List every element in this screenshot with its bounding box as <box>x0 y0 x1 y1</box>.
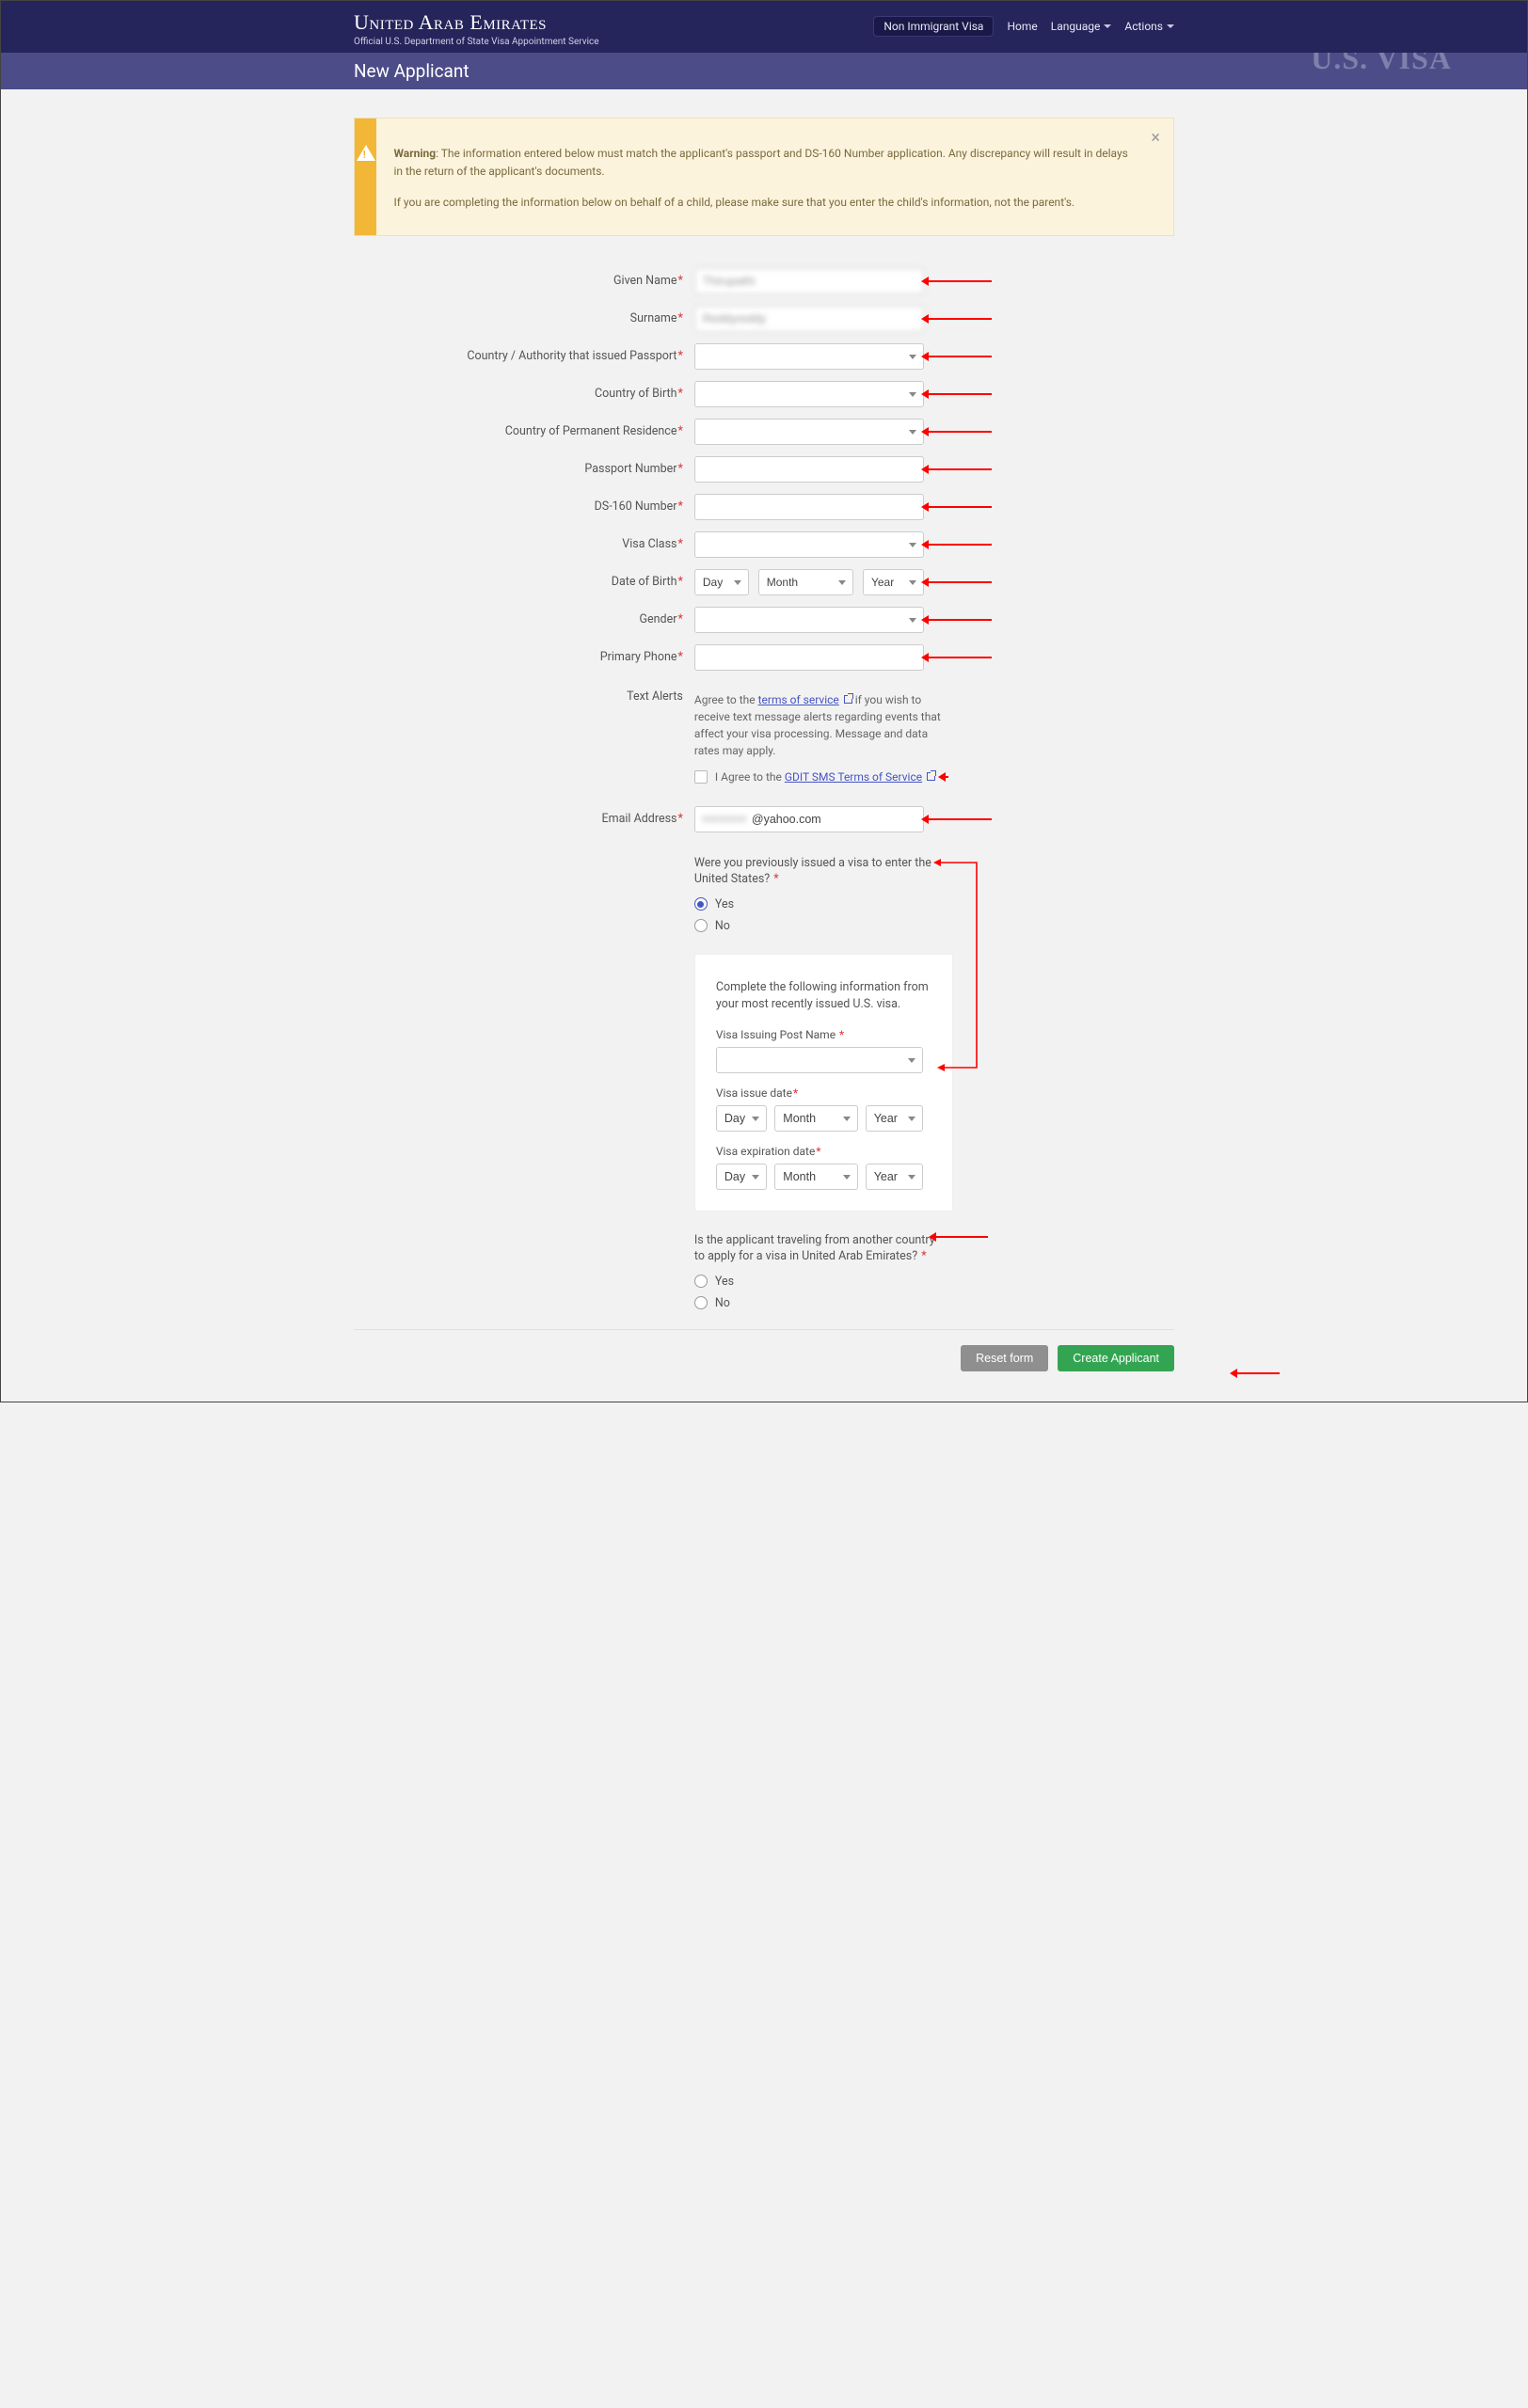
ds160-input[interactable] <box>694 494 924 520</box>
page-title: New Applicant <box>354 60 1174 82</box>
label-ds160: DS-160 Number <box>595 499 677 514</box>
arrow-icon <box>928 619 992 621</box>
country-birth-select[interactable] <box>694 381 924 407</box>
q2-text: Is the applicant traveling from another … <box>694 1233 935 1264</box>
passport-number-input[interactable] <box>694 456 924 483</box>
label-visa-class: Visa Class <box>622 537 676 551</box>
visa-watermark: U.S. VISA <box>1311 53 1452 76</box>
sms-agree-checkbox[interactable] <box>694 770 708 784</box>
arrow-icon <box>935 1236 988 1238</box>
q1-yes-radio[interactable]: Yes <box>694 897 1174 911</box>
exp-day-select[interactable]: Day <box>716 1164 767 1190</box>
external-link-icon <box>844 695 852 704</box>
tos-link[interactable]: terms of service <box>758 693 839 706</box>
label-text-alerts: Text Alerts <box>627 689 683 704</box>
create-applicant-button[interactable]: Create Applicant <box>1058 1345 1174 1371</box>
arrow-icon <box>928 657 992 658</box>
surname-input[interactable] <box>694 306 924 332</box>
inset-desc: Complete the following information from … <box>716 979 931 1013</box>
exp-month-select[interactable]: Month <box>774 1164 857 1190</box>
text-alerts-pre: Agree to the <box>694 693 758 706</box>
caret-icon <box>1167 24 1174 28</box>
arrow-icon <box>928 393 992 395</box>
brand-title: United Arab Emirates <box>354 10 599 35</box>
country-passport-select[interactable] <box>694 343 924 370</box>
q2-yes-radio[interactable]: Yes <box>694 1275 1174 1289</box>
arrow-icon <box>928 356 992 357</box>
nav-language[interactable]: Language <box>1051 20 1112 33</box>
exp-year-select[interactable]: Year <box>866 1164 923 1190</box>
nav-home[interactable]: Home <box>1007 20 1037 33</box>
given-name-input[interactable] <box>694 268 924 294</box>
label-country-residence: Country of Permanent Residence <box>505 424 677 438</box>
warning-lead: Warning <box>393 147 436 160</box>
nav-pill-nonimmigrant[interactable]: Non Immigrant Visa <box>873 16 994 37</box>
post-name-select[interactable] <box>716 1047 923 1073</box>
previous-visa-panel: Complete the following information from … <box>694 954 953 1212</box>
brand: United Arab Emirates Official U.S. Depar… <box>354 10 599 47</box>
q2-no-radio[interactable]: No <box>694 1296 1174 1310</box>
label-country-passport: Country / Authority that issued Passport <box>467 349 676 363</box>
warning-text-1: : The information entered below must mat… <box>393 147 1127 178</box>
arrow-icon <box>928 318 992 320</box>
navbar: United Arab Emirates Official U.S. Depar… <box>1 1 1527 53</box>
arrow-icon <box>928 431 992 433</box>
issue-date-label: Visa issue date <box>716 1086 792 1100</box>
caret-icon <box>1104 24 1111 28</box>
warning-text-2: If you are completing the information be… <box>393 194 1136 212</box>
label-email: Email Address <box>602 812 677 826</box>
reset-button[interactable]: Reset form <box>961 1345 1048 1371</box>
arrow-icon <box>928 280 992 282</box>
subheader: U.S. VISA New Applicant <box>1 53 1527 89</box>
arrow-icon <box>928 468 992 470</box>
label-primary-phone: Primary Phone <box>600 650 677 664</box>
gdit-sms-link[interactable]: GDIT SMS Terms of Service <box>785 770 922 784</box>
warning-alert: Warning: The information entered below m… <box>354 118 1174 236</box>
label-passport-number: Passport Number <box>584 462 676 476</box>
arrow-icon <box>928 506 992 508</box>
label-country-birth: Country of Birth <box>595 387 676 401</box>
close-icon[interactable]: × <box>1151 128 1160 148</box>
post-name-label: Visa Issuing Post Name <box>716 1028 838 1041</box>
label-dob: Date of Birth <box>612 575 677 589</box>
issue-day-select[interactable]: Day <box>716 1105 767 1132</box>
exp-date-label: Visa expiration date <box>716 1145 815 1158</box>
q1-text: Were you previously issued a visa to ent… <box>694 856 931 887</box>
visa-class-select[interactable] <box>694 531 924 558</box>
q1-no-radio[interactable]: No <box>694 919 1174 933</box>
primary-phone-input[interactable] <box>694 644 924 671</box>
dob-day-select[interactable]: Day <box>694 569 749 595</box>
label-surname: Surname <box>630 311 677 325</box>
dob-year-select[interactable]: Year <box>863 569 924 595</box>
arrow-icon <box>928 581 992 583</box>
warning-icon <box>357 145 375 161</box>
brand-subtitle: Official U.S. Department of State Visa A… <box>354 37 599 47</box>
issue-year-select[interactable]: Year <box>866 1105 923 1132</box>
nav-actions[interactable]: Actions <box>1124 20 1174 33</box>
agree-pre: I Agree to the <box>715 770 785 784</box>
label-gender: Gender <box>640 612 677 626</box>
arrow-icon <box>928 818 992 820</box>
issue-month-select[interactable]: Month <box>774 1105 857 1132</box>
arrow-icon <box>1236 1372 1280 1374</box>
country-residence-select[interactable] <box>694 419 924 445</box>
gender-select[interactable] <box>694 607 924 633</box>
label-given-name: Given Name <box>613 274 676 288</box>
arrow-icon <box>928 544 992 546</box>
dob-month-select[interactable]: Month <box>758 569 853 595</box>
external-link-icon <box>927 772 935 781</box>
arrow-icon <box>945 776 948 778</box>
